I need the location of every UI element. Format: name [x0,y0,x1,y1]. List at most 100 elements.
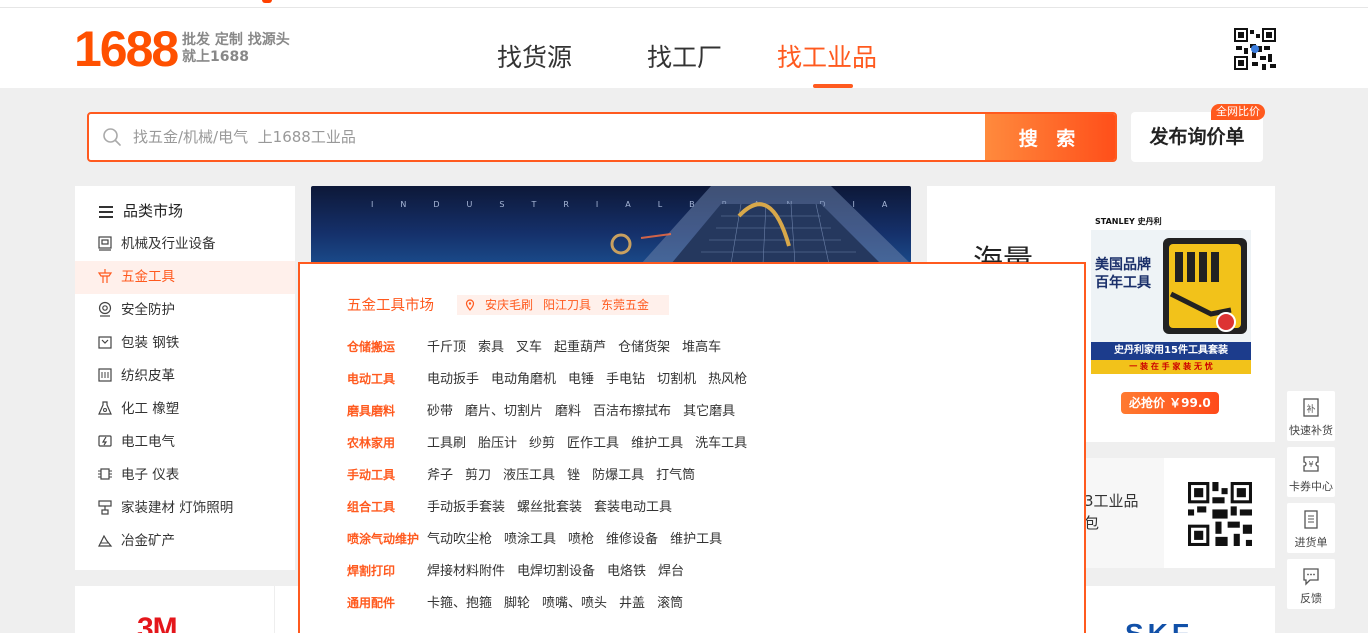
logo[interactable]: 1688 [74,24,179,74]
svg-text:补: 补 [1306,403,1315,415]
subcategory-link[interactable]: 焊接材料附件 [427,562,505,582]
quick-restock-button[interactable]: 补 快速补货 [1287,391,1335,441]
subcategory-link[interactable]: 防爆工具 [592,466,644,486]
region-tag[interactable]: 安庆毛刷 [485,298,533,312]
panel-title[interactable]: 五金工具市场 [347,294,434,315]
subcategory-link[interactable]: 套装电动工具 [594,498,672,518]
brand-logo-skf[interactable]: SKF [1125,618,1193,633]
hero-banner[interactable]: INDUSTRIALBRANDIANC [311,186,911,264]
subcategory-link[interactable]: 喷枪 [568,530,594,550]
tool-label: 卡券中心 [1289,480,1333,493]
subcategory-link[interactable]: 洗车工具 [695,434,747,454]
category-item-metallurgy-mining[interactable]: 冶金矿产 [75,525,295,558]
subcategory-row: 组合工具 手动扳手套装 螺丝批套装 套装电动工具 [347,496,684,516]
coupon-center-button[interactable]: ¥ 卡券中心 [1287,447,1335,497]
subcategory-link[interactable]: 井盖 [619,594,645,614]
subcategory-link[interactable]: 喷涂工具 [504,530,556,550]
subcategory-link[interactable]: 剪刀 [465,466,491,486]
subcategory-link[interactable]: 切割机 [657,370,696,390]
promo-card-2[interactable]: 3工业品 包 [1070,458,1275,568]
category-item-electrical[interactable]: 电工电气 [75,426,295,459]
svg-text:¥: ¥ [1308,460,1313,469]
category-item-machinery[interactable]: 机械及行业设备 [75,228,295,261]
subcategory-link[interactable]: 起重葫芦 [554,338,606,358]
nav-find-factory[interactable]: 找工厂 [647,42,722,74]
hardware-tool-icon [97,268,113,283]
subcategory-link[interactable]: 叉车 [516,338,542,358]
subcategory-row: 喷涂气动维护 气动吹尘枪 喷涂工具 喷枪 维修设备 维护工具 [347,528,734,548]
subcategory-label[interactable]: 手动工具 [347,465,427,485]
subcategory-link[interactable]: 维修设备 [606,530,658,550]
region-tag[interactable]: 阳江刀具 [543,298,591,312]
subcategory-link[interactable]: 脚轮 [504,594,530,614]
order-list-button[interactable]: 进货单 [1287,503,1335,553]
nav-find-goods[interactable]: 找货源 [497,42,572,74]
subcategory-label[interactable]: 焊割打印 [347,561,427,581]
region-tag[interactable]: 东莞五金 [601,298,649,312]
subcategory-row: 手动工具 斧子 剪刀 液压工具锉防爆工具 打气筒 [347,464,707,484]
subcategory-link[interactable]: 仓储货架 [618,338,670,358]
subcategory-link[interactable]: 焊台 [658,562,684,582]
subcategory-link[interactable]: 纱剪 [529,434,555,454]
category-item-hardware-tools[interactable]: 五金工具 [75,261,295,294]
subcategory-link[interactable]: 热风枪 [708,370,747,390]
subcategory-link[interactable]: 百洁布擦拭布 [593,402,671,422]
tool-label: 进货单 [1294,536,1328,549]
subcategory-label[interactable]: 农林家用 [347,433,427,453]
subcategory-label[interactable]: 组合工具 [347,497,427,517]
subcategory-link[interactable]: 磨料 [555,402,581,422]
subcategory-label[interactable]: 喷涂气动维护 [347,529,427,549]
subcategory-link[interactable]: 卡箍、抱箍 [427,594,492,614]
category-label: 纺织皮革 [121,368,175,384]
subcategory-link[interactable]: 电焊切割设备 [517,562,595,582]
subcategory-link[interactable]: 滚筒 [657,594,683,614]
subcategory-link[interactable]: 手动扳手套装 [427,498,505,518]
subcategory-link[interactable]: 喷嘴、喷头 [542,594,607,614]
subcategory-label[interactable]: 通用配件 [347,593,427,613]
subcategory-link[interactable]: 锉 [567,466,580,486]
subcategory-label[interactable]: 磨具磨料 [347,401,427,421]
subcategory-label[interactable]: 仓储搬运 [347,337,427,357]
sidebar-title: 品类市场 [99,200,183,221]
subcategory-link[interactable]: 堆高车 [682,338,721,358]
subcategory-link[interactable]: 胎压计 [478,434,517,454]
category-item-chemical-rubber[interactable]: 化工 橡塑 [75,393,295,426]
subcategory-link[interactable]: 手电钻 [606,370,645,390]
subcategory-link[interactable]: 电烙铁 [607,562,646,582]
nav-find-industrial[interactable]: 找工业品 [777,42,877,74]
category-item-electronics[interactable]: 电子 仪表 [75,459,295,492]
subcategory-link[interactable]: 螺丝批套装 [517,498,582,518]
search-button[interactable]: 搜 索 [985,114,1115,160]
price-compare-badge: 全网比价 [1211,104,1265,120]
qr-code-icon[interactable] [1234,28,1276,70]
category-item-home-building[interactable]: 家装建材 灯饰照明 [75,492,295,525]
product-image[interactable]: STANLEY 史丹利 美国品牌 百年工具 史丹利家用15件工具套装 一 装 在… [1091,214,1251,374]
category-label: 家装建材 灯饰照明 [121,500,234,516]
search-input[interactable] [133,114,983,160]
subcategory-link[interactable]: 匠作工具 [567,434,619,454]
category-item-packaging-steel[interactable]: 包装 钢铁 [75,327,295,360]
subcategory-label[interactable]: 电动工具 [347,369,427,389]
subcategory-link[interactable]: 其它磨具 [683,402,735,422]
category-item-textile-leather[interactable]: 纺织皮革 [75,360,295,393]
feedback-button[interactable]: 反馈 [1287,559,1335,609]
subcategory-link[interactable]: 维护工具 [670,530,722,550]
subcategory-link[interactable]: 千斤顶 [427,338,466,358]
subcategory-link[interactable]: 磨片、切割片 [465,402,543,422]
subcategory-link[interactable]: 维护工具 [631,434,683,454]
category-item-safety[interactable]: 安全防护 [75,294,295,327]
brand-logo-3m[interactable]: 3M [137,612,178,633]
subcategory-link[interactable]: 液压工具 [503,466,555,486]
deal-price-badge[interactable]: 必抢价 ￥99.0 [1121,392,1219,414]
subcategory-link[interactable]: 气动吹尘枪 [427,530,492,550]
subcategory-link[interactable]: 打气筒 [656,466,695,486]
subcategory-link[interactable]: 电动角磨机 [491,370,556,390]
subcategory-link[interactable]: 砂带 [427,402,453,422]
subcategory-link[interactable]: 工具刷 [427,434,466,454]
subcategory-link[interactable]: 电动扳手 [427,370,479,390]
subcategory-link[interactable]: 索具 [478,338,504,358]
brand-divider [274,586,275,633]
qr-code-icon [1188,482,1252,546]
subcategory-link[interactable]: 斧子 [427,466,453,486]
subcategory-link[interactable]: 电锤 [568,370,594,390]
